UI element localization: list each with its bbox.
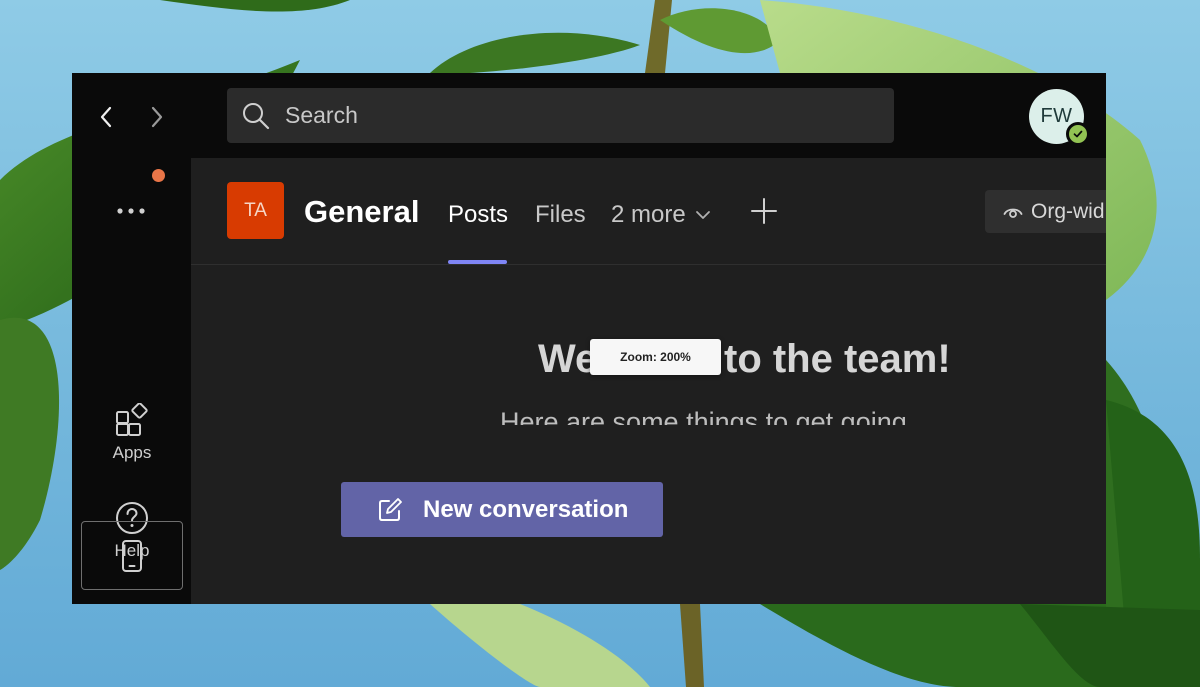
active-tab-indicator xyxy=(448,260,507,264)
team-initials: TA xyxy=(244,199,267,221)
plus-icon xyxy=(751,198,777,224)
tab-more-label: 2 more xyxy=(611,201,686,228)
rail-item-apps[interactable]: Apps xyxy=(82,393,182,473)
zoom-tooltip: Zoom: 200% xyxy=(590,339,721,375)
chevron-down-icon xyxy=(695,211,710,219)
title-bar: FW xyxy=(72,73,1106,158)
tab-posts[interactable]: Posts xyxy=(448,201,508,229)
forward-button[interactable] xyxy=(137,97,177,137)
new-conversation-label: New conversation xyxy=(423,495,629,523)
forward-arrow-icon xyxy=(151,106,163,128)
search-box[interactable] xyxy=(227,88,894,143)
mobile-icon xyxy=(122,539,142,572)
tab-files[interactable]: Files xyxy=(535,201,586,229)
add-tab-button[interactable] xyxy=(749,196,779,226)
checkmark-icon xyxy=(1073,130,1083,138)
rail-item-label: Apps xyxy=(112,443,152,462)
mobile-app-button[interactable] xyxy=(81,521,183,590)
search-input[interactable] xyxy=(283,101,847,130)
avatar-initials: FW xyxy=(1040,105,1073,127)
tab-more[interactable]: 2 more xyxy=(611,201,711,229)
notification-dot xyxy=(152,169,165,182)
more-icon xyxy=(117,208,145,214)
search-icon xyxy=(243,102,270,129)
teams-window: FW Apps Help xyxy=(72,73,1106,604)
compose-icon xyxy=(379,497,402,521)
welcome-subtitle: Here are some things to get going xyxy=(500,407,907,425)
presence-badge xyxy=(1066,122,1090,146)
back-button[interactable] xyxy=(86,97,126,137)
new-conversation-button[interactable]: New conversation xyxy=(341,482,663,537)
app-rail: Apps Help xyxy=(72,158,191,604)
org-wide-button[interactable]: Org-wid xyxy=(985,190,1106,233)
eye-icon xyxy=(1003,208,1023,218)
more-apps-button[interactable] xyxy=(106,196,156,226)
channel-header: TA General Posts Files 2 more Org-wid xyxy=(191,158,1106,265)
apps-icon xyxy=(116,403,148,436)
team-avatar: TA xyxy=(227,182,284,239)
org-wide-label: Org-wid xyxy=(1031,199,1105,223)
subtitle-clip: Here are some things to get going xyxy=(492,407,1052,425)
avatar[interactable]: FW xyxy=(1029,89,1090,146)
back-arrow-icon xyxy=(100,106,112,128)
channel-title: General xyxy=(304,194,420,229)
